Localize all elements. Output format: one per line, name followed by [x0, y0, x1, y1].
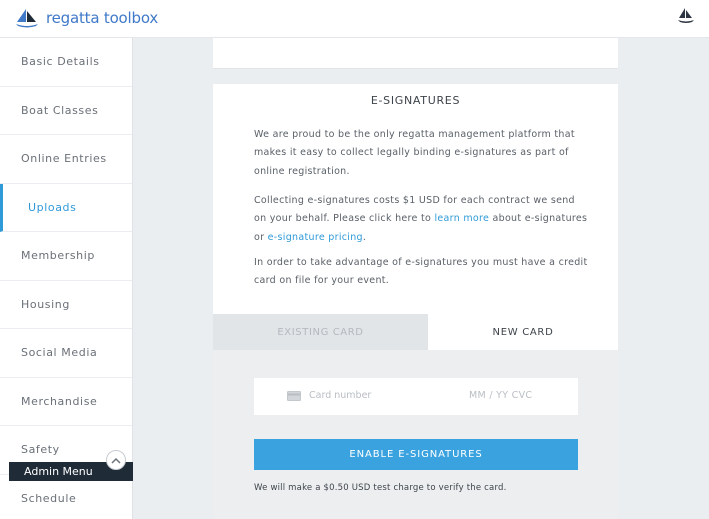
sidebar-item-label: Merchandise	[21, 394, 98, 408]
sidebar-item-label: Boat Classes	[21, 103, 99, 117]
admin-menu-label: Admin Menu	[24, 465, 93, 478]
esignatures-card: E-SIGNATURES We are proud to be the only…	[213, 84, 618, 519]
admin-menu-toggle[interactable]	[106, 450, 126, 470]
sidebar-nav: Basic Details Boat Classes Online Entrie…	[0, 38, 133, 519]
sidebar-item-housing[interactable]: Housing	[0, 281, 132, 329]
enable-esignatures-button[interactable]: ENABLE E-SIGNATURES	[254, 439, 578, 470]
sidebar-item-basic-details[interactable]: Basic Details	[0, 38, 132, 87]
pricing-link[interactable]: e-signature pricing	[268, 232, 363, 243]
sidebar-item-label: Membership	[21, 249, 95, 263]
brand-logo[interactable]: regatta toolbox	[14, 8, 158, 28]
sidebar-item-boat-classes[interactable]: Boat Classes	[0, 87, 132, 135]
sidebar-item-social-media[interactable]: Social Media	[0, 329, 132, 378]
sailboat-logo-icon	[16, 9, 38, 28]
esignatures-title: E-SIGNATURES	[370, 94, 461, 107]
tab-existing-label: EXISTING CARD	[277, 326, 364, 338]
tab-new-label: NEW CARD	[492, 326, 554, 338]
credit-card-icon	[287, 391, 301, 401]
sidebar-item-uploads[interactable]: Uploads	[0, 183, 132, 232]
card-number-input[interactable]: Card number MM / YY CVC	[254, 378, 578, 415]
previous-section-card	[213, 38, 618, 69]
sidebar-item-label: Basic Details	[21, 55, 100, 69]
sidebar-item-label: Online Entries	[21, 152, 107, 166]
top-bar: regatta toolbox	[0, 0, 709, 38]
sidebar-item-label: Housing	[21, 297, 70, 311]
new-card-panel: Card number MM / YY CVC ENABLE E-SIGNATU…	[213, 350, 618, 519]
main-content: E-SIGNATURES We are proud to be the only…	[133, 38, 709, 519]
tab-existing-card[interactable]: EXISTING CARD	[213, 314, 428, 350]
sidebar-item-label: Uploads	[28, 200, 77, 214]
test-charge-note: We will make a $0.50 USD test charge to …	[254, 483, 507, 493]
expiry-cvc-placeholder: MM / YY CVC	[469, 390, 533, 401]
cost-paragraph: Collecting e-signatures costs $1 USD for…	[254, 192, 589, 247]
cost-text-suffix: .	[362, 231, 367, 243]
tab-new-card[interactable]: NEW CARD	[428, 314, 618, 350]
card-number-placeholder: Card number	[309, 390, 372, 401]
sailboat-icon	[678, 8, 694, 23]
sidebar-item-label: Social Media	[21, 346, 98, 360]
sidebar-item-online-entries[interactable]: Online Entries	[0, 135, 132, 184]
sidebar-item-label: Safety	[21, 443, 60, 457]
brand-text: regatta toolbox	[46, 9, 159, 27]
enable-esignatures-label: ENABLE E-SIGNATURES	[349, 449, 483, 460]
corner-logo	[677, 6, 695, 30]
sidebar-item-schedule[interactable]: Schedule	[0, 475, 132, 519]
sidebar-item-merchandise[interactable]: Merchandise	[0, 378, 132, 426]
learn-more-link[interactable]: learn more	[434, 213, 489, 224]
chevron-up-icon	[111, 457, 121, 464]
sidebar-item-label: Schedule	[21, 491, 77, 505]
credit-card-requirement-paragraph: In order to take advantage of e-signatur…	[254, 257, 588, 287]
intro-paragraph: We are proud to be the only regatta mana…	[254, 129, 575, 177]
sidebar-item-membership[interactable]: Membership	[0, 232, 132, 281]
